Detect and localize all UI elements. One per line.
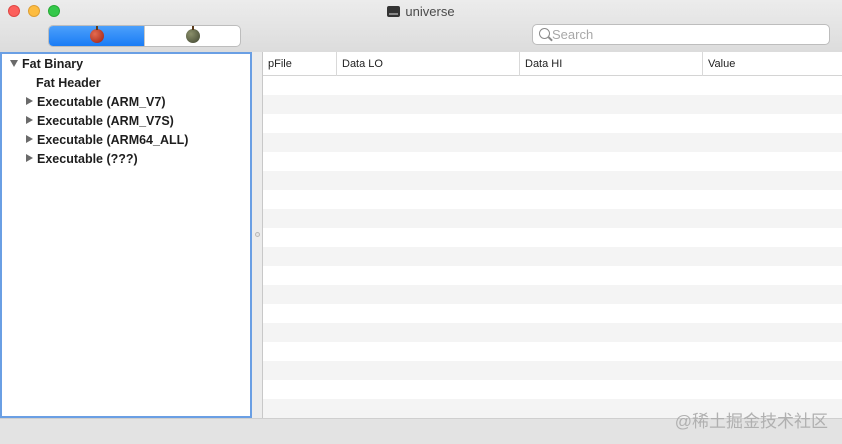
column-header-pfile[interactable]: pFile <box>263 52 336 76</box>
empty-row <box>263 380 842 399</box>
column-header-data-hi[interactable]: Data HI <box>519 52 702 76</box>
details-table[interactable]: pFile Data LO Data HI Value <box>262 52 842 418</box>
segment-rva-view[interactable] <box>144 26 240 46</box>
search-input[interactable] <box>552 26 822 43</box>
tree-item-fat-binary[interactable]: Fat Binary <box>10 55 83 74</box>
view-segmented-control <box>48 25 241 47</box>
split-view-divider[interactable] <box>252 52 262 418</box>
tree-item-label: Fat Binary <box>22 57 84 71</box>
table-body <box>263 76 842 418</box>
empty-row <box>263 361 842 380</box>
watermark: @稀土掘金技术社区 <box>674 412 828 431</box>
disclosure-triangle-closed-icon[interactable] <box>26 135 33 143</box>
tree-item-fat-header[interactable]: Fat Header <box>36 74 101 93</box>
column-header-value[interactable]: Value <box>702 52 842 76</box>
tree-item-executable-arm64-all[interactable]: Executable (ARM64_ALL) <box>26 131 188 150</box>
tree-item-executable-arm-v7[interactable]: Executable (ARM_V7) <box>26 93 166 112</box>
divider-handle-icon[interactable] <box>255 232 260 237</box>
red-apple-icon <box>89 26 104 43</box>
disclosure-triangle-open-icon[interactable] <box>10 60 18 67</box>
window-title-text: universe <box>405 4 455 19</box>
empty-row <box>263 95 842 114</box>
empty-row <box>263 247 842 266</box>
empty-row <box>263 76 842 95</box>
empty-row <box>263 323 842 342</box>
table-header: pFile Data LO Data HI Value <box>263 52 842 76</box>
empty-row <box>263 285 842 304</box>
search-icon <box>539 28 550 39</box>
empty-row <box>263 209 842 228</box>
empty-row <box>263 114 842 133</box>
tree-item-executable-unknown[interactable]: Executable (???) <box>26 150 138 169</box>
disclosure-triangle-closed-icon[interactable] <box>26 154 33 162</box>
binary-tree-outline[interactable]: Fat Binary Fat Header Executable (ARM_V7… <box>0 52 252 418</box>
empty-row <box>263 171 842 190</box>
empty-row <box>263 342 842 361</box>
tree-item-label: Executable (ARM_V7S) <box>37 114 174 128</box>
empty-row <box>263 228 842 247</box>
empty-row <box>263 190 842 209</box>
column-header-data-lo[interactable]: Data LO <box>336 52 519 76</box>
tree-item-label: Executable (ARM64_ALL) <box>37 133 189 147</box>
disclosure-triangle-closed-icon[interactable] <box>26 97 33 105</box>
terminal-icon <box>387 6 401 17</box>
window-title: universe <box>0 4 842 19</box>
disclosure-triangle-closed-icon[interactable] <box>26 116 33 124</box>
empty-row <box>263 133 842 152</box>
empty-row <box>263 304 842 323</box>
tree-item-label: Executable (???) <box>37 152 138 166</box>
green-apple-icon <box>185 26 200 43</box>
segment-raw-view[interactable] <box>49 26 144 46</box>
tree-item-executable-arm-v7s[interactable]: Executable (ARM_V7S) <box>26 112 174 131</box>
tree-item-label: Fat Header <box>36 76 101 90</box>
empty-row <box>263 266 842 285</box>
tree-item-label: Executable (ARM_V7) <box>37 95 166 109</box>
title-bar: universe <box>0 0 842 53</box>
empty-row <box>263 152 842 171</box>
search-field[interactable] <box>532 24 830 45</box>
